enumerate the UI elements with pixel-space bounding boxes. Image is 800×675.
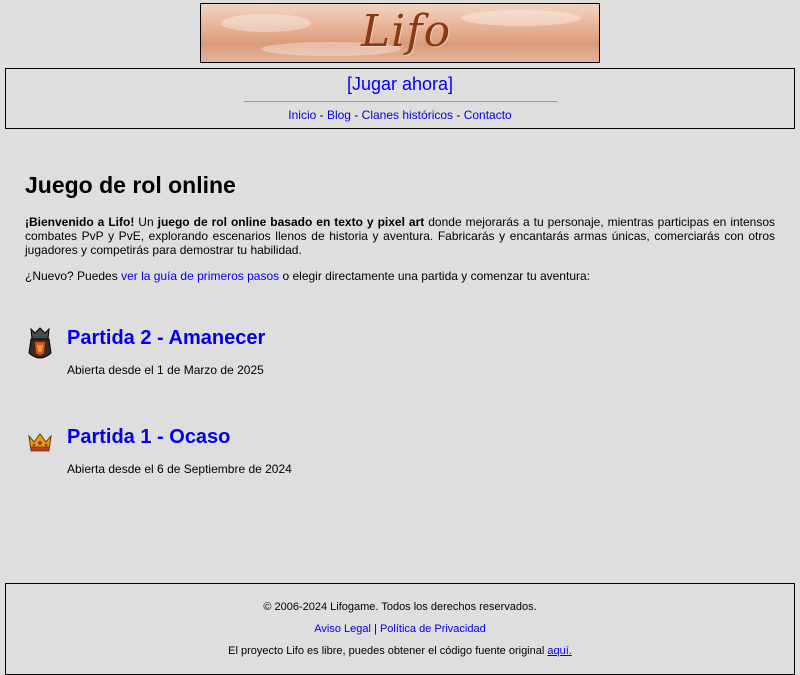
nav-link-contacto[interactable]: Contacto (464, 108, 512, 122)
intro-paragraph: ¡Bienvenido a Lifo! Un juego de rol onli… (25, 215, 775, 257)
privacy-policy-link[interactable]: Política de Privacidad (380, 623, 486, 635)
footer-source-line: El proyecto Lifo es libre, puedes obtene… (6, 645, 794, 657)
source-code-link[interactable]: aquí. (547, 645, 571, 657)
game-1-title-link[interactable]: Partida 1 - Ocaso (67, 426, 230, 449)
game-1-subtitle: Abierta desde el 6 de Septiembre de 2024 (67, 462, 292, 476)
legal-notice-link[interactable]: Aviso Legal (314, 623, 371, 635)
footer-copyright: © 2006-2024 Lifogame. Todos los derechos… (263, 601, 537, 613)
footer-link-separator: | (370, 623, 380, 635)
nav-separator: - (316, 108, 327, 122)
footer: © 2006-2024 Lifogame. Todos los derechos… (5, 583, 795, 675)
banner-cloud (221, 14, 311, 32)
nav-link-clanes-historicos[interactable]: Clanes históricos (362, 108, 453, 122)
intro-welcome: ¡Bienvenido a Lifo! (25, 215, 135, 229)
logo-text: Lifo (361, 6, 452, 57)
main-content: Juego de rol online ¡Bienvenido a Lifo! … (25, 172, 775, 283)
intro-part1: Un (134, 215, 158, 229)
intro-bold-phrase: juego de rol online basado en texto y pi… (157, 215, 425, 229)
game-2-subtitle: Abierta desde el 1 de Marzo de 2025 (67, 363, 264, 377)
main-nav: Inicio - Blog - Clanes históricos - Cont… (6, 108, 794, 122)
play-now-link[interactable]: [Jugar ahora] (347, 74, 453, 95)
header-box: [Jugar ahora] Inicio - Blog - Clanes his… (5, 68, 795, 129)
header-divider (243, 101, 557, 102)
nav-separator: - (350, 108, 362, 122)
first-steps-guide-link[interactable]: ver la guía de primeros pasos (121, 269, 279, 283)
nav-link-blog[interactable]: Blog (327, 108, 351, 122)
game-2-title-link[interactable]: Partida 2 - Amanecer (67, 327, 265, 350)
crown-icon (28, 433, 52, 452)
newbie-paragraph: ¿Nuevo? Puedes ver la guía de primeros p… (25, 269, 775, 283)
newbie-prefix: ¿Nuevo? Puedes (25, 269, 122, 283)
footer-links: Aviso Legal | Política de Privacidad (6, 623, 794, 635)
banner-cloud (461, 10, 581, 26)
nav-separator: - (453, 108, 464, 122)
page-title: Juego de rol online (25, 172, 236, 198)
newbie-suffix: o elegir directamente una partida y come… (279, 269, 590, 283)
helmet-icon (28, 327, 52, 359)
logo-banner[interactable]: Lifo (200, 3, 600, 63)
footer-source-text: El proyecto Lifo es libre, puedes obtene… (228, 645, 548, 657)
nav-link-inicio[interactable]: Inicio (288, 108, 316, 122)
